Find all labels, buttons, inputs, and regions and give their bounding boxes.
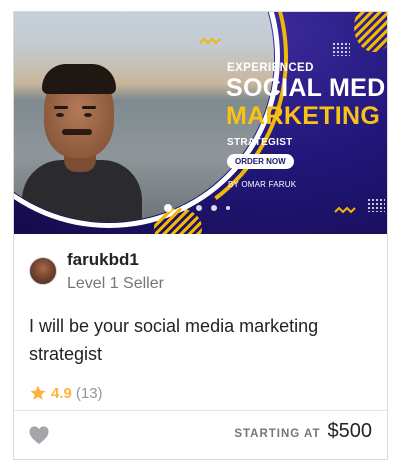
- dots-decoration: [367, 198, 385, 212]
- carousel-dot[interactable]: [164, 204, 172, 212]
- ad-headline-experienced: EXPERIENCED: [227, 62, 314, 74]
- rating-value: 4.9: [51, 384, 72, 402]
- carousel-indicators[interactable]: [164, 204, 230, 212]
- seller-name-link[interactable]: farukbd1: [67, 250, 139, 270]
- gig-rating: 4.9 (13): [29, 384, 103, 402]
- rating-count: (13): [75, 384, 103, 402]
- heart-icon[interactable]: [28, 425, 50, 445]
- ad-byline: BY OMAR FARUK: [228, 180, 297, 189]
- zigzag-decoration: [199, 37, 221, 45]
- star-icon: [30, 385, 46, 400]
- avatar[interactable]: [29, 257, 57, 285]
- price-area[interactable]: STARTING AT $500: [234, 420, 372, 443]
- seller-level: Level 1 Seller: [67, 275, 164, 292]
- dots-decoration: [332, 42, 350, 56]
- gig-card[interactable]: EXPERIENCED SOCIAL MEDIA MARKETING STRAT…: [13, 11, 388, 460]
- ad-order-now-badge: ORDER NOW: [227, 154, 294, 169]
- card-divider: [14, 410, 387, 411]
- zigzag-decoration: [334, 206, 356, 214]
- carousel-dot[interactable]: [226, 206, 230, 210]
- carousel-dot[interactable]: [181, 205, 187, 211]
- ad-headline-marketing: MARKETING: [226, 102, 381, 130]
- starting-at-label: STARTING AT: [234, 428, 321, 440]
- ad-headline-strategist: STRATEGIST: [227, 137, 293, 148]
- carousel-dot[interactable]: [211, 205, 217, 211]
- ad-headline-social-media: SOCIAL MEDIA: [226, 74, 387, 102]
- seller-info: farukbd1 Level 1 Seller: [29, 244, 369, 294]
- gig-image-carousel[interactable]: EXPERIENCED SOCIAL MEDIA MARKETING STRAT…: [14, 12, 387, 234]
- carousel-dot[interactable]: [196, 205, 202, 211]
- price: $500: [327, 420, 373, 442]
- gig-title-link[interactable]: I will be your social media marketing st…: [29, 312, 379, 368]
